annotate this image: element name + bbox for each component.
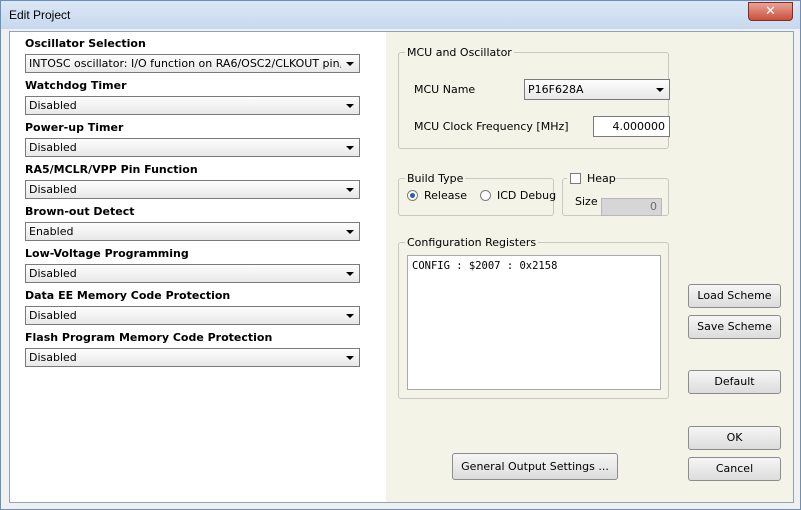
mcu-clock-frequency-input[interactable]: 4.000000 (593, 116, 670, 137)
heap-checkbox[interactable] (570, 173, 581, 184)
config-registers-textarea[interactable]: CONFIG : $2007 : 0x2158 (407, 255, 661, 390)
build-type-group: Build Type Release ICD Debug (398, 172, 556, 216)
build-type-group-title: Build Type (405, 172, 466, 185)
action-buttons-panel: Load Scheme Save Scheme Default OK Cance… (681, 32, 793, 502)
release-label[interactable]: Release (424, 189, 467, 202)
save-scheme-button[interactable]: Save Scheme (688, 315, 781, 339)
mcu-name-dropdown[interactable]: P16F628A (524, 79, 670, 100)
power-up-timer-value: Disabled (29, 141, 77, 154)
heap-size-label: Size (575, 195, 598, 208)
brown-out-detect-label: Brown-out Detect (25, 205, 135, 218)
mcu-clock-label: MCU Clock Frequency [MHz] (414, 120, 569, 133)
close-button[interactable]: ✕ (748, 2, 793, 21)
oscillator-selection-value: INTOSC oscillator: I/O function on RA6/O… (29, 57, 341, 70)
icd-debug-radio[interactable] (480, 190, 491, 201)
mcu-name-label: MCU Name (414, 83, 476, 96)
low-voltage-programming-label: Low-Voltage Programming (25, 247, 189, 260)
data-ee-code-protection-label: Data EE Memory Code Protection (25, 289, 231, 302)
low-voltage-programming-dropdown[interactable]: Disabled (25, 264, 360, 283)
chevron-down-icon (346, 104, 354, 108)
data-ee-code-protection-dropdown[interactable]: Disabled (25, 306, 360, 325)
power-up-timer-label: Power-up Timer (25, 121, 124, 134)
flash-code-protection-value: Disabled (29, 351, 77, 364)
close-icon: ✕ (765, 4, 776, 19)
flash-code-protection-label: Flash Program Memory Code Protection (25, 331, 273, 344)
heap-group: Heap Size 0 (562, 172, 669, 216)
watchdog-timer-value: Disabled (29, 99, 77, 112)
mclr-pin-function-dropdown[interactable]: Disabled (25, 180, 360, 199)
watchdog-timer-dropdown[interactable]: Disabled (25, 96, 360, 115)
chevron-down-icon (346, 230, 354, 234)
chevron-down-icon (346, 188, 354, 192)
chevron-down-icon (346, 62, 354, 66)
low-voltage-programming-value: Disabled (29, 267, 77, 280)
heap-size-input[interactable]: 0 (601, 198, 662, 216)
mcu-oscillator-group: MCU and Oscillator MCU Name P16F628A MCU… (398, 46, 670, 149)
window-title: Edit Project (9, 8, 71, 22)
chevron-down-icon (346, 272, 354, 276)
power-up-timer-dropdown[interactable]: Disabled (25, 138, 360, 157)
mclr-pin-function-value: Disabled (29, 183, 77, 196)
chevron-down-icon (346, 146, 354, 150)
oscillator-selection-dropdown[interactable]: INTOSC oscillator: I/O function on RA6/O… (25, 54, 360, 73)
title-bar[interactable]: Edit Project (1, 1, 800, 29)
default-button[interactable]: Default (688, 370, 781, 394)
heap-header: Heap (567, 172, 616, 186)
mcu-name-value: P16F628A (528, 83, 584, 96)
icd-debug-label[interactable]: ICD Debug (497, 189, 556, 202)
config-registers-group-title: Configuration Registers (405, 236, 539, 249)
data-ee-code-protection-value: Disabled (29, 309, 77, 322)
ok-button[interactable]: OK (688, 426, 781, 450)
brown-out-detect-dropdown[interactable]: Enabled (25, 222, 360, 241)
oscillator-selection-label: Oscillator Selection (25, 37, 146, 50)
chevron-down-icon (346, 314, 354, 318)
chevron-down-icon (346, 356, 354, 360)
general-output-settings-button[interactable]: General Output Settings ... (452, 453, 618, 480)
edit-project-window: Edit Project ✕ Oscillator Selection INTO… (0, 0, 801, 510)
cancel-button[interactable]: Cancel (688, 457, 781, 481)
flash-code-protection-dropdown[interactable]: Disabled (25, 348, 360, 367)
chevron-down-icon (656, 88, 664, 92)
dialog-client-area: Oscillator Selection INTOSC oscillator: … (9, 31, 794, 503)
brown-out-detect-value: Enabled (29, 225, 74, 238)
config-registers-group: Configuration Registers CONFIG : $2007 :… (398, 236, 669, 399)
load-scheme-button[interactable]: Load Scheme (688, 284, 781, 308)
heap-label[interactable]: Heap (587, 172, 616, 185)
mcu-oscillator-group-title: MCU and Oscillator (405, 46, 514, 59)
watchdog-timer-label: Watchdog Timer (25, 79, 127, 92)
project-settings-panel: MCU and Oscillator MCU Name P16F628A MCU… (386, 32, 681, 502)
mclr-pin-function-label: RA5/MCLR/VPP Pin Function (25, 163, 198, 176)
release-radio[interactable] (407, 190, 418, 201)
